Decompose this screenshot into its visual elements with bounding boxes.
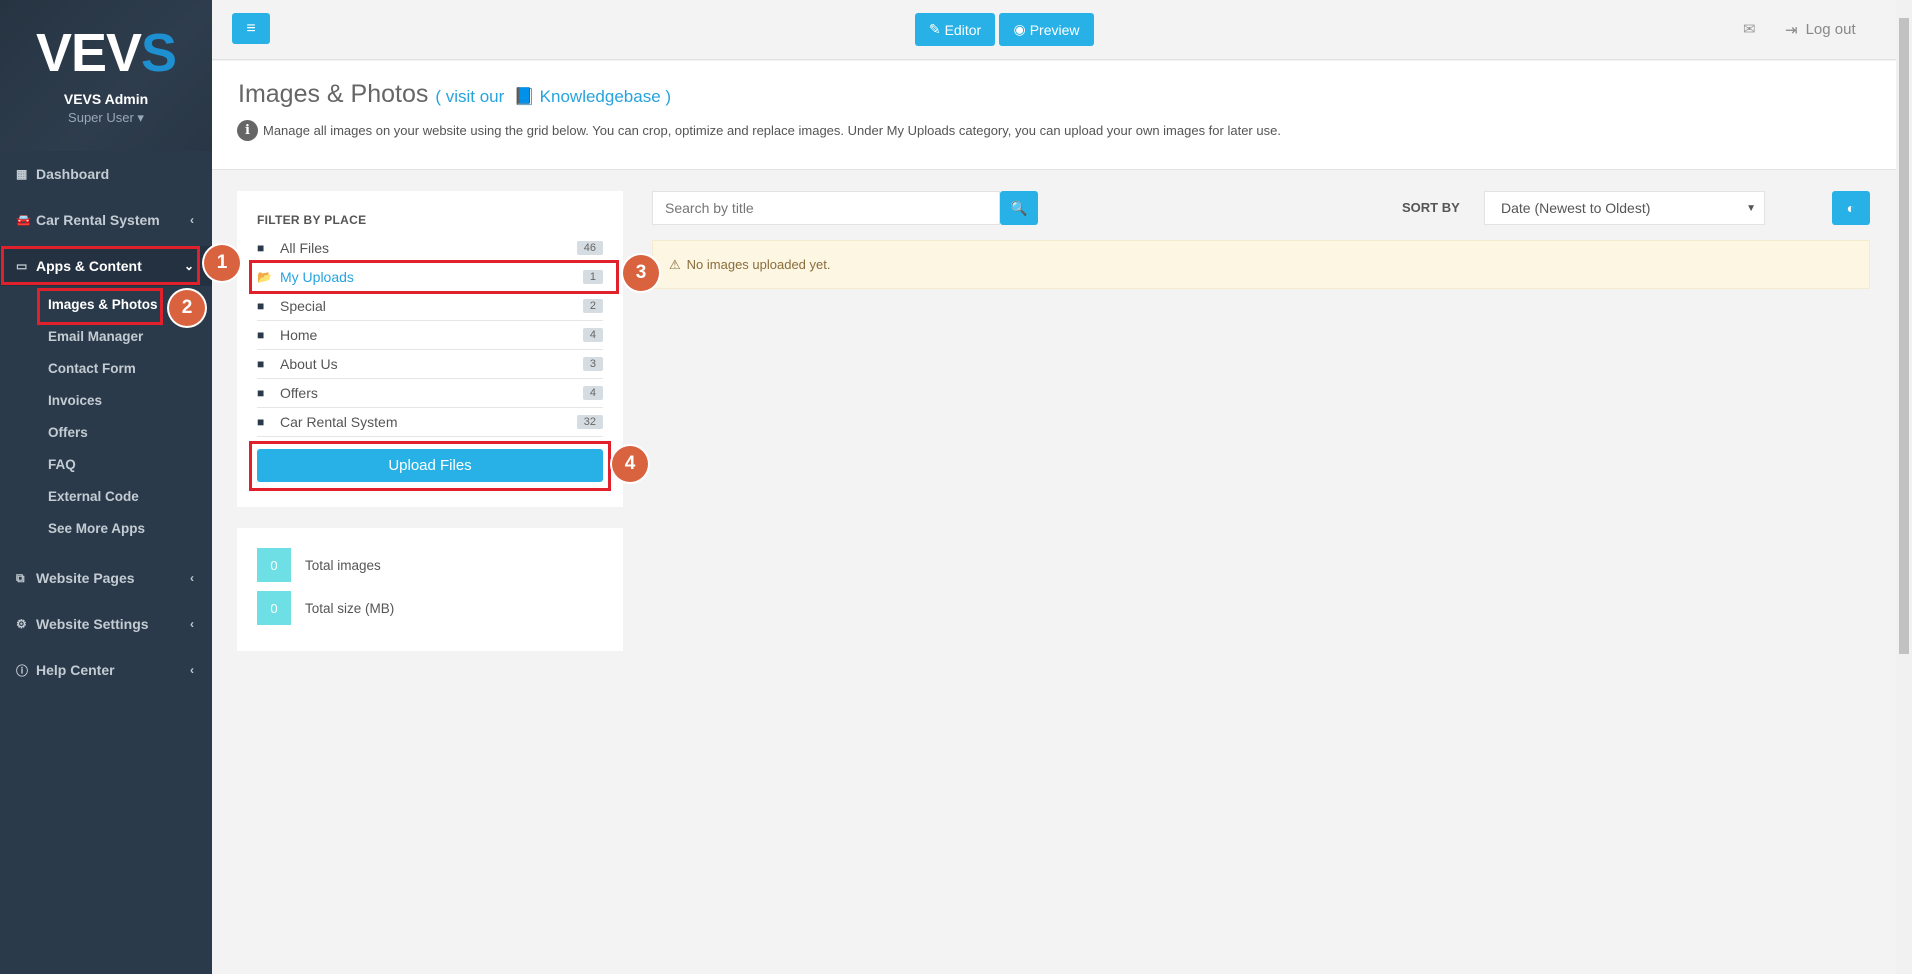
book-icon: 📘 bbox=[513, 87, 535, 106]
sidebar-subitem-offers[interactable]: Offers bbox=[48, 425, 88, 440]
stat-total-images: 0 Total images bbox=[257, 548, 381, 582]
annotation-box-1 bbox=[1, 246, 200, 285]
count-badge: 2 bbox=[582, 299, 603, 313]
filter-item[interactable]: ■ Car Rental System 32 bbox=[257, 408, 603, 437]
sort-select[interactable]: Date (Newest to Oldest) ▼ bbox=[1484, 191, 1765, 225]
filter-item[interactable]: ■ Special 2 bbox=[257, 292, 603, 321]
sort-by-label: SORT BY bbox=[1402, 200, 1460, 215]
count-badge: 4 bbox=[582, 386, 603, 400]
dashboard-icon: ▦ bbox=[16, 167, 28, 181]
contrast-toggle-button[interactable]: ◐ bbox=[1832, 191, 1870, 225]
sidebar-item-car-rental[interactable]: 🚘 Car Rental System ‹ bbox=[0, 200, 212, 240]
annotation-number-3: 3 bbox=[623, 255, 659, 291]
car-icon: 🚘 bbox=[16, 213, 31, 227]
annotation-box-4 bbox=[249, 441, 611, 491]
sidebar-item-website-settings[interactable]: ⚙ Website Settings ‹ bbox=[0, 604, 212, 644]
preview-button[interactable]: ◉ Preview bbox=[999, 13, 1094, 46]
count-badge: 46 bbox=[576, 241, 603, 255]
filter-item[interactable]: ■ About Us 3 bbox=[257, 350, 603, 379]
annotation-number-2: 2 bbox=[169, 290, 205, 326]
gears-icon: ⚙ bbox=[16, 617, 27, 631]
menu-toggle-button[interactable]: ≡ bbox=[232, 13, 270, 44]
count-badge: 3 bbox=[582, 357, 603, 371]
eye-icon: ◉ bbox=[1013, 21, 1026, 37]
filter-heading: FILTER BY PLACE bbox=[257, 213, 367, 227]
sidebar-subitem-email-manager[interactable]: Email Manager bbox=[48, 329, 143, 344]
scrollbar[interactable] bbox=[1896, 0, 1912, 974]
sign-out-icon: ⇥ bbox=[1785, 22, 1798, 39]
sidebar-item-help-center[interactable]: ⓘ Help Center ‹ bbox=[0, 650, 212, 690]
folder-icon: ■ bbox=[257, 299, 265, 313]
sidebar-subitem-contact-form[interactable]: Contact Form bbox=[48, 361, 136, 376]
folder-icon: ■ bbox=[257, 386, 265, 400]
sidebar-subitem-invoices[interactable]: Invoices bbox=[48, 393, 102, 408]
chevron-left-icon: ‹ bbox=[190, 213, 194, 227]
adjust-icon: ◐ bbox=[1846, 200, 1856, 216]
pages-icon: ⧉ bbox=[16, 570, 25, 585]
sidebar-item-dashboard[interactable]: ▦ Dashboard bbox=[0, 154, 212, 194]
chevron-left-icon: ‹ bbox=[190, 663, 194, 677]
folder-icon: ■ bbox=[257, 328, 265, 342]
stats-panel bbox=[237, 528, 623, 651]
no-images-alert: ⚠ No images uploaded yet. bbox=[652, 240, 1870, 289]
sidebar-item-website-pages[interactable]: ⧉ Website Pages ‹ bbox=[0, 558, 212, 598]
pencil-icon: ✎ bbox=[928, 21, 941, 37]
editor-button[interactable]: ✎ Editor bbox=[915, 13, 995, 46]
info-icon: ⓘ bbox=[16, 663, 29, 678]
search-icon: 🔍 bbox=[1010, 199, 1028, 216]
filter-item[interactable]: ■ Offers 4 bbox=[257, 379, 603, 408]
annotation-box-3 bbox=[249, 260, 619, 294]
search-button[interactable]: 🔍 bbox=[1000, 191, 1038, 225]
count-badge: 4 bbox=[582, 328, 603, 342]
logout-link[interactable]: ⇥ Log out bbox=[1785, 21, 1856, 39]
chevron-left-icon: ‹ bbox=[190, 571, 194, 585]
knowledgebase-link[interactable]: ( visit our 📘 Knowledgebase ) bbox=[435, 87, 671, 106]
stat-total-size: 0 Total size (MB) bbox=[257, 591, 394, 625]
caret-down-icon: ▼ bbox=[1746, 202, 1756, 214]
count-badge: 32 bbox=[576, 415, 603, 429]
sidebar-subitem-faq[interactable]: FAQ bbox=[48, 457, 76, 472]
info-icon: i bbox=[237, 120, 258, 141]
filter-item[interactable]: ■ All Files 46 bbox=[257, 234, 603, 263]
folder-icon: ■ bbox=[257, 357, 265, 371]
annotation-box-2 bbox=[37, 288, 163, 325]
hamburger-icon: ≡ bbox=[246, 19, 256, 37]
vevs-logo: VEVS bbox=[35, 23, 177, 83]
page-title: Images & Photos ( visit our 📘 Knowledgeb… bbox=[238, 80, 672, 108]
filter-item[interactable]: ■ Home 4 bbox=[257, 321, 603, 350]
sidebar-subitem-see-more-apps[interactable]: See More Apps bbox=[48, 521, 145, 536]
sidebar-subitem-external-code[interactable]: External Code bbox=[48, 489, 139, 504]
sidebar: VEVS VEVS Admin Super User ▾ ▦ Dashboard … bbox=[0, 0, 212, 974]
annotation-number-4: 4 bbox=[612, 446, 648, 482]
annotation-number-1: 1 bbox=[204, 245, 240, 281]
search-input[interactable] bbox=[652, 191, 1000, 225]
page-header bbox=[212, 61, 1896, 170]
user-name: VEVS Admin bbox=[63, 91, 149, 107]
user-role-dropdown[interactable]: Super User ▾ bbox=[0, 110, 212, 126]
mail-icon[interactable]: ✉ bbox=[1743, 20, 1756, 38]
chevron-left-icon: ‹ bbox=[190, 617, 194, 631]
warning-icon: ⚠ bbox=[669, 256, 681, 272]
folder-icon: ■ bbox=[257, 241, 265, 255]
page-description: Manage all images on your website using … bbox=[263, 123, 1281, 138]
folder-icon: ■ bbox=[257, 415, 265, 429]
